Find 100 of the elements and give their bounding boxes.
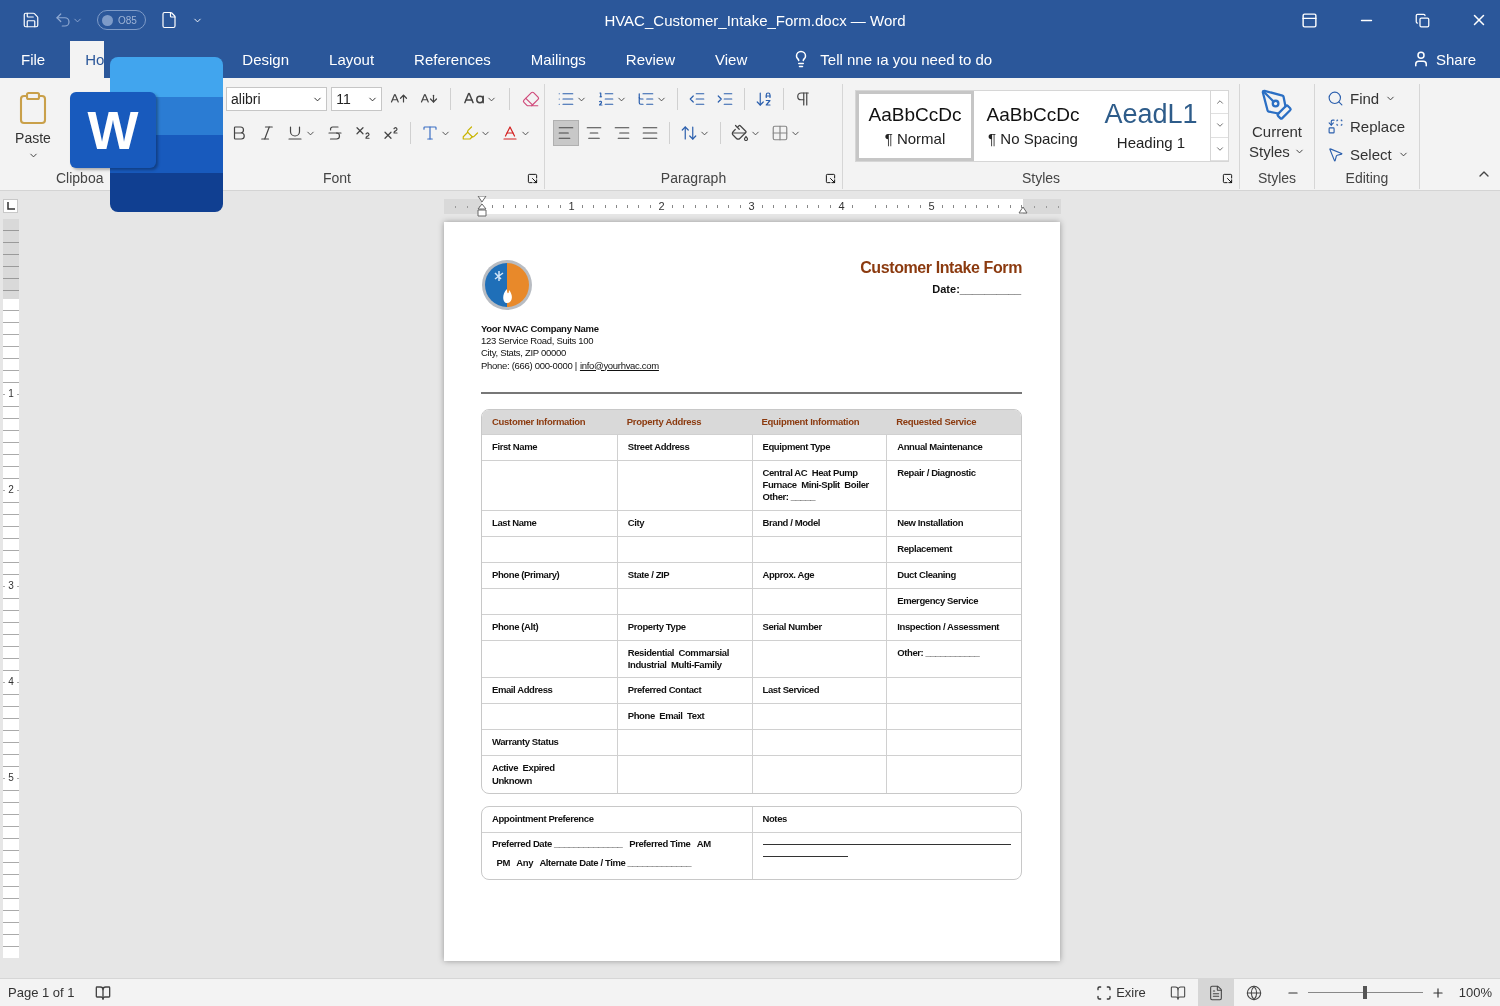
ribbon-tab[interactable]: References [399, 40, 506, 78]
window-title: HVAC_Customer_Intake_Form.docx — Word [604, 11, 906, 29]
pointer-icon[interactable] [1327, 145, 1344, 163]
replace-icon[interactable] [1327, 117, 1344, 135]
multilevel-list-icon[interactable] [637, 90, 655, 108]
focus-button[interactable]: Exire [1096, 984, 1146, 1001]
table-cell: Preferred Contact [616, 677, 752, 704]
table-cell: Approx. Age [751, 561, 887, 588]
editing-command[interactable]: Find [1327, 86, 1419, 110]
ruler-number: 4 [5, 676, 17, 688]
dialog-launcher-icon[interactable] [527, 172, 538, 184]
paste-button[interactable]: Paste [8, 86, 58, 161]
table-cell: Street Address [616, 433, 752, 460]
indent-marker-icon[interactable] [476, 196, 487, 217]
save-icon[interactable] [22, 11, 40, 29]
table-cell: Other: ___________ [886, 639, 1021, 678]
paint-bucket-icon[interactable] [731, 124, 749, 142]
table-cell: First Name [482, 433, 617, 460]
new-document-icon[interactable] [159, 11, 178, 29]
borders-icon[interactable] [771, 124, 789, 142]
column-header: Requested Service [886, 409, 1021, 434]
undo-icon[interactable] [54, 11, 72, 29]
pilcrow-icon[interactable] [794, 90, 812, 108]
column-header: Equipment Information [751, 409, 887, 434]
ruler-number: 2 [5, 484, 17, 496]
zoom-in-icon[interactable] [1430, 985, 1445, 1000]
font-color-icon[interactable] [501, 124, 519, 142]
fill-in-line[interactable] [762, 841, 1011, 845]
sort-icon[interactable] [755, 90, 773, 108]
subscript-icon[interactable] [354, 124, 372, 142]
decrease-indent-icon[interactable] [688, 90, 706, 108]
text-effects-icon[interactable] [421, 124, 439, 142]
form-title: Customer Intake Form [860, 259, 1022, 277]
search-icon[interactable] [1327, 89, 1344, 107]
table-cell: Phone (Primary) [482, 561, 617, 588]
group-label: Font [323, 170, 351, 186]
table-cell: Equipment Type [751, 433, 887, 460]
table-cell: Duct Cleaning [886, 561, 1021, 588]
eraser-icon[interactable] [522, 90, 540, 108]
table-cell: State / ZIP [616, 561, 752, 588]
ribbon-tab[interactable]: Mailings [515, 40, 601, 78]
ribbon-tab[interactable]: Design [227, 40, 305, 78]
style-item[interactable]: AaBbCcDc ¶ Normal [856, 91, 974, 161]
table-cell: City [616, 509, 752, 536]
table-cell: Last Name [482, 509, 617, 536]
style-item[interactable]: AeadL1 Heading 1 [1092, 91, 1210, 161]
form-text: Preferred Date ______________ Preferred Time AM [492, 837, 712, 851]
share-button[interactable]: Share [1411, 40, 1476, 78]
table-cell: Central AC Heat Pump Furnace Mini-Split Boiler Other: _____ [751, 459, 887, 510]
email-link[interactable]: info@yourhvac.com [579, 359, 659, 372]
focus-icon[interactable] [1096, 984, 1113, 1001]
table-cell: Warranty Status [482, 729, 617, 756]
ribbon-tab[interactable]: File [6, 40, 61, 78]
group-label: Editing [1345, 170, 1389, 186]
bullets-icon[interactable] [557, 90, 575, 108]
pen-icon[interactable] [1260, 88, 1294, 122]
font-size-field[interactable]: 11 [331, 87, 382, 111]
table-cell: Residential Commarsial Industrial Multi-Family [616, 639, 752, 678]
superscript-icon[interactable] [382, 124, 400, 142]
line-spacing-icon[interactable] [680, 124, 698, 142]
numbering-icon[interactable] [597, 90, 615, 108]
book-icon[interactable] [1169, 984, 1186, 1001]
fill-in-line[interactable] [762, 853, 848, 857]
font-name-field[interactable]: alibri [226, 87, 328, 111]
editing-command[interactable]: Replace [1327, 114, 1419, 138]
ruler-margin [1022, 199, 1061, 214]
dialog-launcher-icon[interactable] [825, 172, 836, 184]
company-name: Yoor NVAC Company Name [481, 323, 600, 336]
section-title: Appointment Preference [492, 812, 595, 826]
increase-indent-icon[interactable] [716, 90, 734, 108]
underline-icon[interactable] [286, 124, 304, 142]
current-styles-button[interactable]: Current Styles [1246, 88, 1308, 161]
globe-icon[interactable] [1245, 984, 1262, 1001]
app-logo-letter: W [70, 92, 156, 168]
view-button[interactable] [1197, 979, 1234, 1006]
proofing-icon[interactable] [94, 984, 111, 1001]
dialog-launcher-icon[interactable] [1222, 172, 1233, 184]
tell-me-search[interactable]: Tell nne ıa you need to do [820, 50, 993, 68]
table-cell: Emergency Service [886, 587, 1021, 614]
group-label: Styles [1021, 170, 1061, 186]
date-label: Date:__________ [932, 283, 1021, 295]
table-cell: New Installation [886, 509, 1021, 536]
table-cell: Phone (Alt) [482, 613, 617, 640]
ribbon-display-icon[interactable] [1301, 11, 1318, 29]
ruler-number: 1 [5, 388, 17, 400]
style-item[interactable]: AaBbCcDc ¶ No Spacing [974, 91, 1092, 161]
ribbon-tab[interactable]: View [700, 40, 763, 78]
italic-icon[interactable] [258, 124, 276, 142]
ribbon-tab[interactable]: Layout [314, 40, 390, 78]
editing-command[interactable]: Select [1327, 142, 1419, 166]
ribbon-tab[interactable]: Review [610, 40, 691, 78]
restore-icon[interactable] [1415, 12, 1430, 28]
table-cell: Phone Email Text [616, 703, 752, 730]
page-icon[interactable] [1207, 984, 1224, 1001]
strikethrough-icon[interactable] [326, 124, 344, 142]
ribbon-tab[interactable]: Ho [70, 41, 105, 78]
phone-line: Phone: (666) 000-0000 | [481, 359, 577, 372]
group-label: Styles [1257, 170, 1297, 186]
indent-marker-icon[interactable] [1017, 206, 1028, 214]
section-title: Notes [762, 812, 788, 826]
